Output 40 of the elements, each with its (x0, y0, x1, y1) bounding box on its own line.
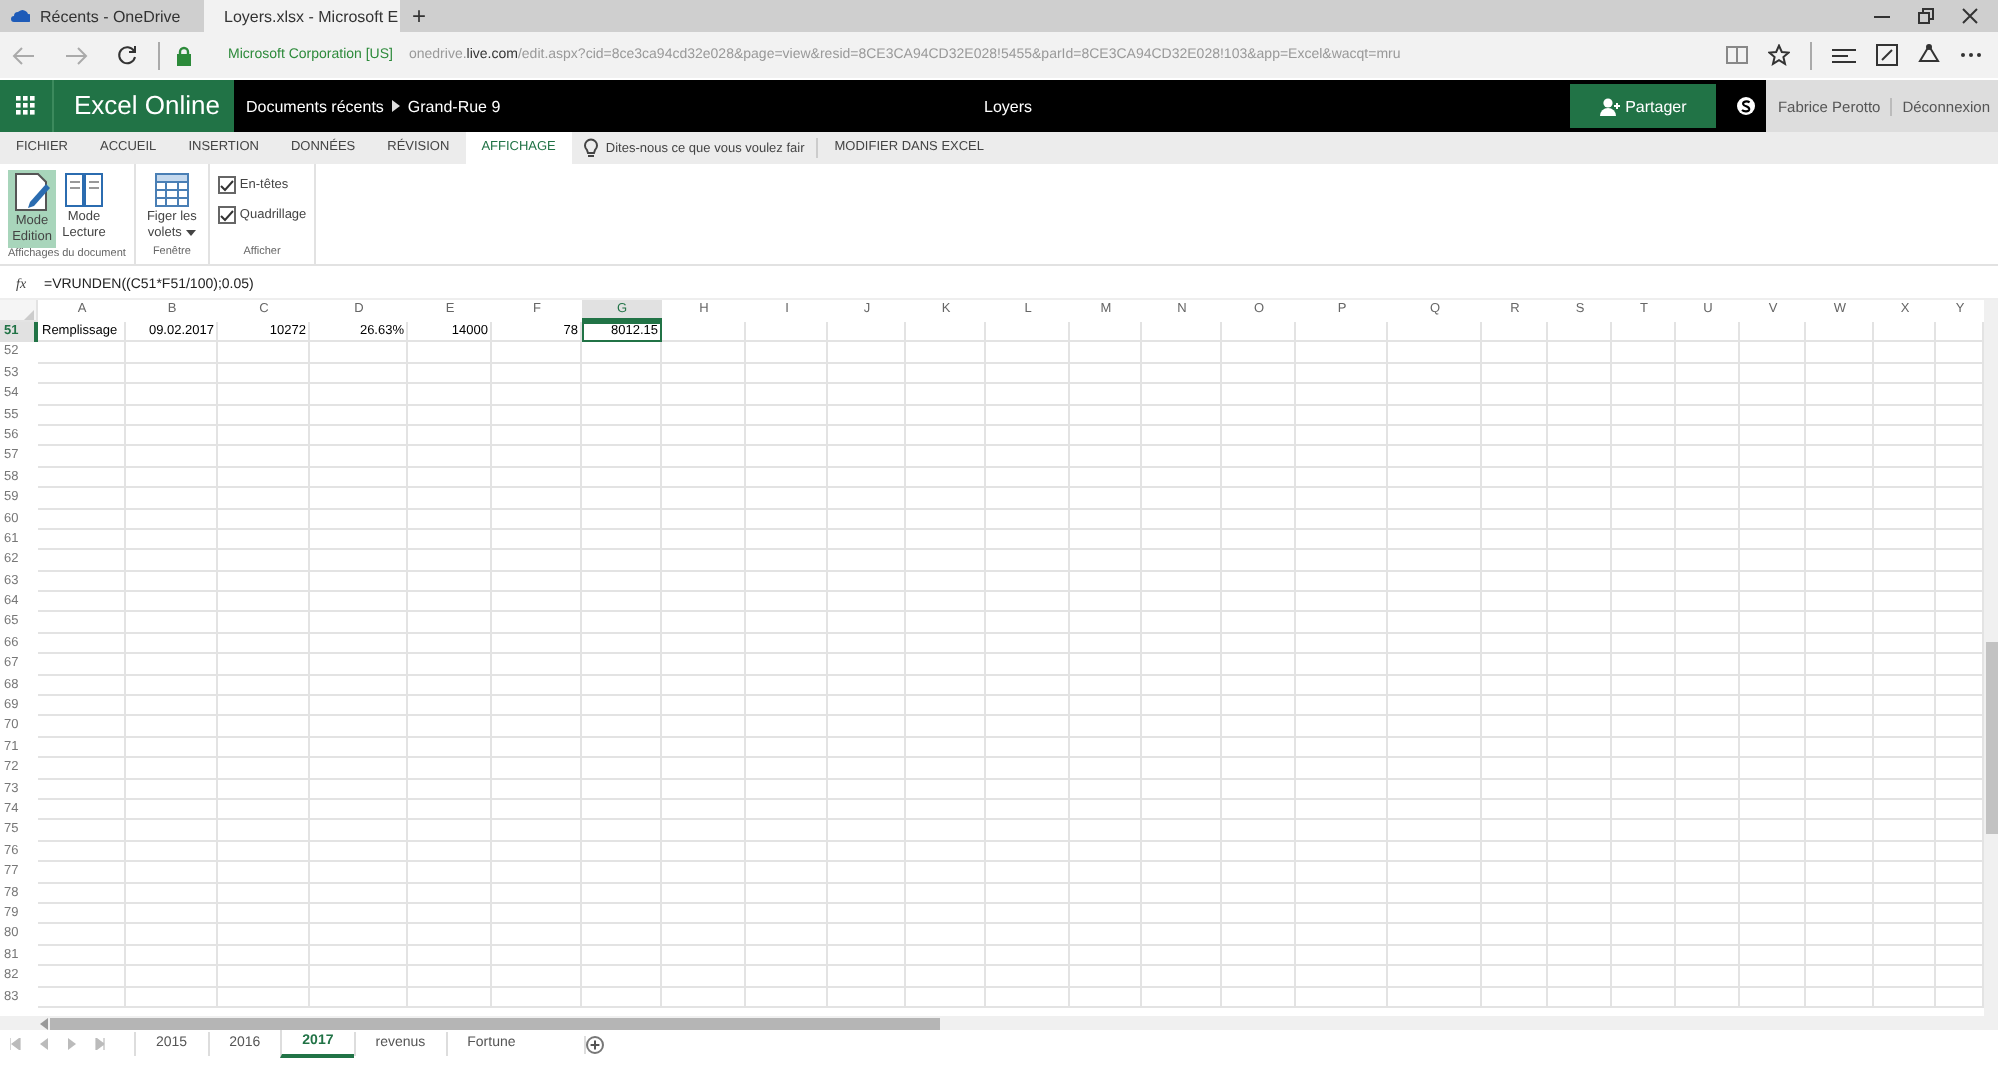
open-book-icon (64, 172, 104, 208)
browser-tab[interactable]: Récents - OneDrive (0, 0, 204, 32)
scrollbar-thumb[interactable] (50, 1017, 940, 1029)
note-icon[interactable] (1876, 44, 1898, 66)
scrollbar-thumb[interactable] (1986, 642, 1998, 834)
chevron-icon (391, 100, 400, 112)
tab-title: Récents - OneDrive (40, 7, 183, 25)
more-icon[interactable] (1960, 52, 1982, 58)
caret-icon (185, 229, 196, 236)
refresh-icon[interactable] (116, 44, 138, 66)
grid-icon (16, 96, 36, 116)
restore-icon[interactable] (1918, 8, 1934, 24)
checkbox-box[interactable] (217, 206, 236, 224)
hub-icon[interactable] (1832, 47, 1856, 63)
document-title: Loyers (984, 97, 1035, 115)
lightbulb-icon (583, 138, 598, 158)
page-pencil-icon (14, 172, 50, 212)
close-icon[interactable] (1962, 8, 1978, 24)
share-icon[interactable] (1918, 44, 1940, 66)
new-tab-button[interactable]: + (400, 0, 439, 32)
browser-tab[interactable]: Loyers.xlsx - Microsoft E (204, 0, 400, 32)
star-icon[interactable] (1768, 44, 1790, 66)
book-icon[interactable] (1726, 46, 1748, 64)
breadcrumb-link[interactable]: Grand-Rue 9 (407, 97, 501, 115)
table-icon (153, 172, 190, 208)
cloud-icon (10, 10, 30, 22)
app-launcher-button[interactable] (0, 80, 54, 132)
vertical-scrollbar[interactable] (1984, 300, 1998, 1020)
tab-title: Loyers.xlsx - Microsoft E (224, 7, 399, 25)
breadcrumb-link[interactable]: Documents récents (246, 97, 384, 115)
share-button[interactable]: Partager (1569, 84, 1716, 128)
chat-icon[interactable] (1735, 96, 1756, 116)
checkbox-box[interactable] (217, 176, 236, 194)
checkmark-icon (219, 209, 234, 221)
lock-icon (176, 45, 192, 65)
checkmark-icon (219, 179, 234, 191)
app-name: Excel Online (54, 80, 234, 132)
horizontal-scrollbar[interactable] (0, 1016, 1998, 1030)
add-person-icon (1599, 97, 1620, 115)
add-sheet-icon[interactable] (583, 1035, 604, 1053)
